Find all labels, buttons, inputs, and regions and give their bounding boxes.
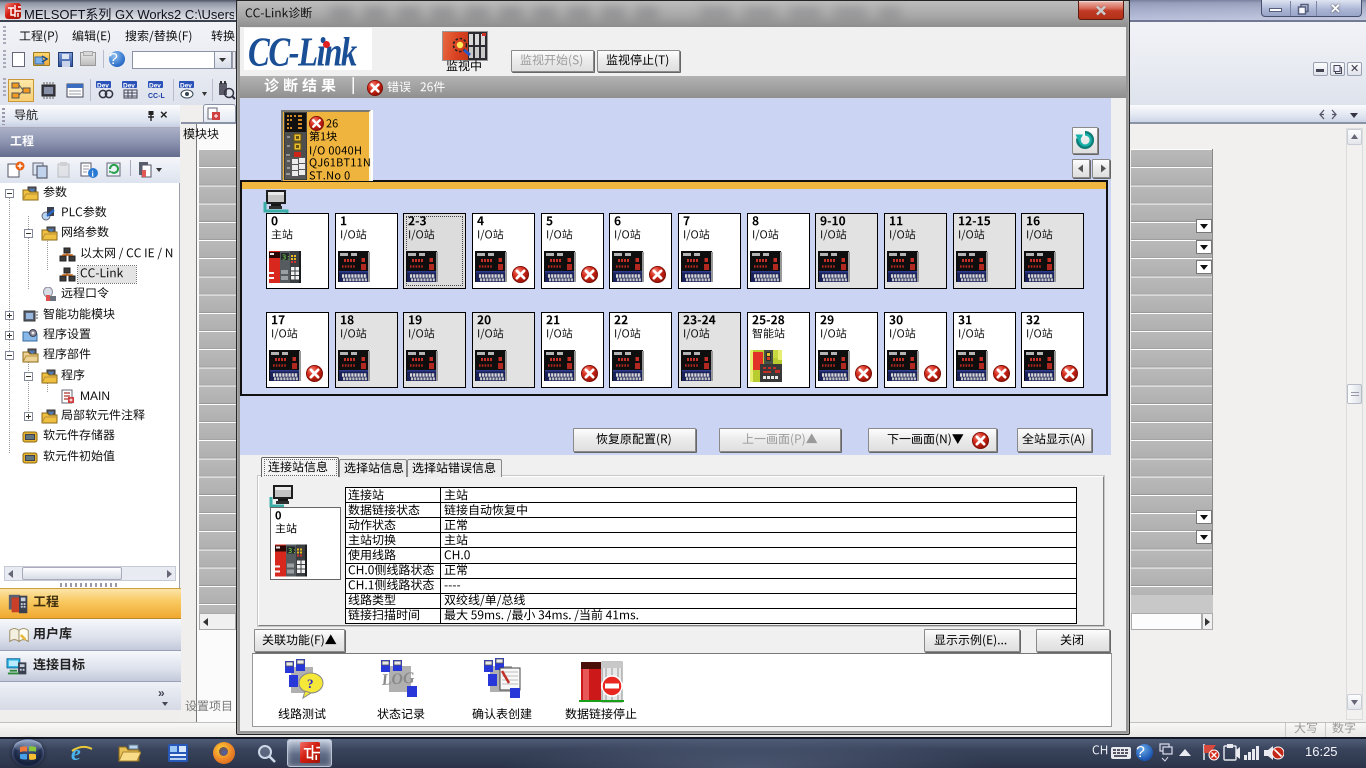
svg-text:Dev: Dev xyxy=(123,83,135,90)
svg-text:Dev: Dev xyxy=(180,83,192,90)
svg-text:Dev: Dev xyxy=(149,83,161,90)
svg-text:?: ? xyxy=(307,676,314,691)
svg-text:CC-L: CC-L xyxy=(148,93,165,100)
svg-text:e: e xyxy=(71,742,81,764)
svg-text:Dev: Dev xyxy=(97,83,109,90)
svg-text:LOG: LOG xyxy=(380,670,415,689)
